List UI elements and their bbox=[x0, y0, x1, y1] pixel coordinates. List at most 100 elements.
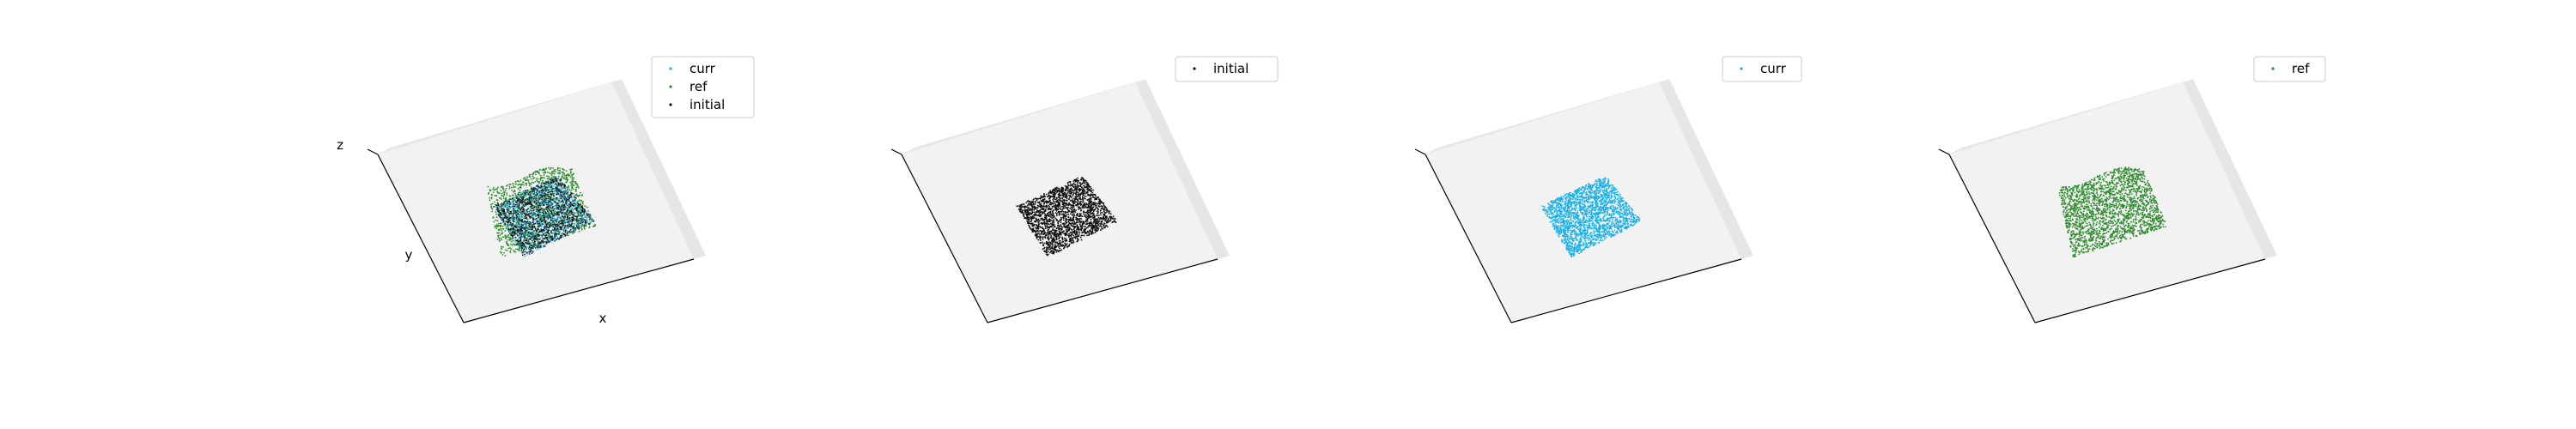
data-point-curr bbox=[517, 217, 519, 220]
data-point-initial bbox=[592, 221, 595, 222]
data-point-curr bbox=[509, 206, 512, 208]
data-point-ref bbox=[542, 172, 544, 174]
data-point-curr bbox=[513, 202, 515, 204]
data-point-curr bbox=[562, 190, 565, 193]
data-point-curr bbox=[535, 236, 538, 239]
data-point-curr bbox=[558, 217, 560, 220]
data-point-ref bbox=[487, 193, 489, 196]
data-point-initial bbox=[502, 209, 505, 212]
data-point-curr bbox=[540, 239, 543, 241]
data-point-curr bbox=[521, 221, 524, 224]
data-point-ref bbox=[510, 248, 513, 251]
data-point-curr bbox=[543, 210, 545, 213]
data-point-ref bbox=[512, 183, 514, 185]
data-point-curr bbox=[551, 208, 554, 210]
data-point-curr bbox=[528, 233, 531, 235]
data-point-initial bbox=[1052, 229, 1054, 231]
chart-panel-2: initial bbox=[890, 56, 1279, 323]
data-point-ref bbox=[572, 184, 574, 186]
data-point-curr bbox=[530, 191, 532, 194]
data-point-ref bbox=[495, 219, 496, 221]
data-point-curr bbox=[511, 227, 513, 230]
data-point-ref bbox=[550, 174, 553, 177]
data-point-curr bbox=[521, 214, 524, 216]
data-point-curr bbox=[516, 210, 518, 213]
data-point-curr bbox=[548, 202, 550, 204]
data-point-curr bbox=[544, 216, 547, 219]
data-point-ref bbox=[510, 186, 513, 189]
data-point-curr bbox=[519, 247, 520, 249]
data-point-curr bbox=[515, 214, 517, 216]
data-point-curr bbox=[575, 204, 578, 206]
data-point-ref bbox=[517, 187, 519, 190]
data-point-curr bbox=[562, 226, 564, 227]
data-point-curr bbox=[540, 192, 543, 195]
data-point-ref bbox=[535, 173, 537, 176]
data-point-curr bbox=[516, 233, 518, 234]
data-point-curr bbox=[536, 221, 538, 223]
data-point-curr bbox=[546, 221, 549, 223]
data-point-curr bbox=[524, 240, 526, 243]
data-point-curr bbox=[527, 218, 530, 221]
data-point-curr bbox=[518, 214, 519, 216]
data-point-initial bbox=[524, 190, 526, 192]
data-point-curr bbox=[519, 235, 521, 237]
data-point-curr bbox=[505, 227, 507, 228]
data-point-curr bbox=[539, 233, 542, 235]
data-point-ref bbox=[500, 226, 501, 228]
data-point-ref bbox=[500, 222, 502, 225]
data-point-curr bbox=[548, 231, 550, 233]
data-point-curr bbox=[563, 208, 566, 210]
data-point-curr bbox=[565, 221, 567, 223]
data-point-ref bbox=[588, 227, 591, 229]
data-point-curr bbox=[508, 211, 511, 214]
data-point-curr bbox=[525, 234, 527, 237]
data-point-curr bbox=[555, 207, 556, 209]
data-point-ref bbox=[547, 178, 550, 180]
data-point-ref bbox=[489, 189, 492, 191]
data-point-curr bbox=[524, 205, 526, 207]
data-point-curr bbox=[512, 204, 513, 207]
data-point-curr bbox=[552, 232, 555, 234]
data-point-curr bbox=[503, 221, 505, 224]
data-point-curr bbox=[519, 217, 521, 220]
data-point-ref bbox=[592, 226, 594, 227]
data-point-curr bbox=[557, 232, 560, 234]
data-point-curr bbox=[542, 217, 544, 219]
data-point-initial bbox=[577, 203, 580, 206]
data-point-curr bbox=[532, 214, 534, 217]
data-point-curr bbox=[558, 233, 561, 236]
data-point-curr bbox=[543, 196, 545, 198]
data-point-curr bbox=[531, 227, 532, 230]
data-point-initial bbox=[550, 232, 552, 234]
data-point-initial bbox=[542, 189, 544, 191]
data-point-curr bbox=[561, 204, 562, 207]
data-point-curr bbox=[525, 228, 527, 230]
data-point-ref bbox=[578, 230, 580, 233]
data-point-ref bbox=[498, 197, 501, 199]
data-point-curr bbox=[573, 228, 575, 231]
data-point-ref bbox=[522, 178, 525, 180]
data-point-curr bbox=[582, 208, 584, 211]
data-point-curr bbox=[547, 215, 550, 218]
data-point-ref bbox=[546, 175, 548, 178]
data-point-initial bbox=[1033, 211, 1036, 214]
data-point-curr bbox=[544, 218, 547, 221]
data-point-curr bbox=[589, 218, 592, 221]
data-point-ref bbox=[489, 203, 492, 206]
data-point-curr bbox=[533, 191, 536, 194]
data-point-curr bbox=[582, 218, 584, 220]
data-point-ref bbox=[579, 194, 581, 196]
data-point-ref bbox=[497, 222, 500, 225]
data-point-curr bbox=[559, 190, 562, 193]
data-point-ref bbox=[505, 184, 507, 187]
data-point-curr bbox=[568, 206, 569, 208]
data-point-ref bbox=[501, 227, 503, 230]
data-point-curr bbox=[542, 197, 544, 200]
data-point-ref bbox=[499, 192, 501, 195]
data-point-curr bbox=[586, 219, 587, 221]
data-point-curr bbox=[508, 203, 511, 206]
data-point-ref bbox=[516, 180, 519, 183]
data-point-ref bbox=[559, 231, 561, 233]
data-point-curr bbox=[562, 198, 565, 200]
